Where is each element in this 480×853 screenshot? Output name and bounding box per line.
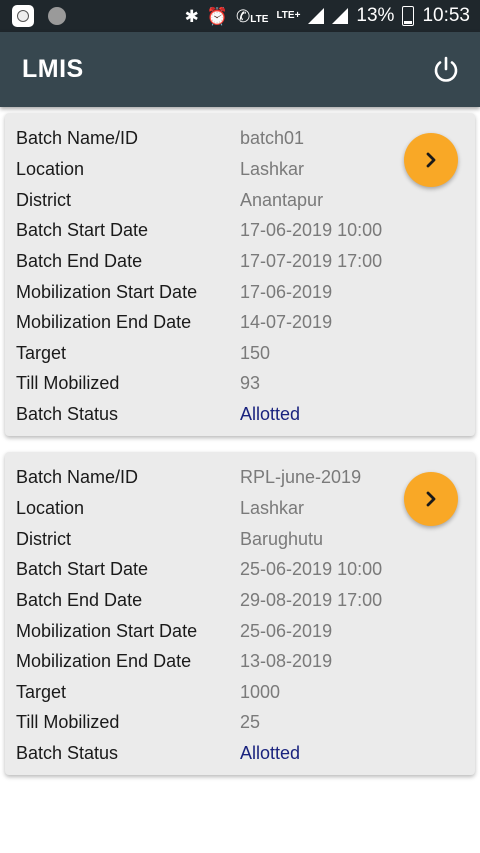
batch-start-row: Batch Start Date 17-06-2019 10:00 bbox=[16, 215, 382, 245]
till-mobilized-value: 25 bbox=[240, 711, 261, 732]
target-value: 150 bbox=[240, 342, 271, 363]
bluetooth-icon: ✱ bbox=[184, 6, 199, 26]
batch-name-label: Batch Name/ID bbox=[16, 127, 139, 148]
till-mobilized-label: Till Mobilized bbox=[16, 711, 120, 732]
app-bar: LMIS bbox=[0, 32, 480, 107]
location-value: Lashkar bbox=[240, 158, 305, 179]
signal-strength-icon bbox=[308, 8, 325, 24]
location-row: Location Lashkar bbox=[16, 493, 304, 523]
batch-end-row: Batch End Date 17-07-2019 17:00 bbox=[16, 246, 382, 276]
target-row: Target 150 bbox=[16, 338, 270, 368]
mobilization-end-value: 13-08-2019 bbox=[240, 650, 333, 671]
batch-end-label: Batch End Date bbox=[16, 250, 143, 271]
till-mobilized-row: Till Mobilized 25 bbox=[16, 707, 260, 737]
batch-start-label: Batch Start Date bbox=[16, 558, 149, 579]
mobilization-start-value: 25-06-2019 bbox=[240, 620, 333, 641]
mobilization-end-label: Mobilization End Date bbox=[16, 311, 192, 332]
chevron-right-icon bbox=[426, 152, 436, 168]
mobilization-start-row: Mobilization Start Date 25-06-2019 bbox=[16, 616, 332, 646]
power-icon bbox=[434, 56, 458, 82]
battery-icon bbox=[402, 6, 415, 26]
district-value: Anantapur bbox=[240, 189, 324, 210]
app-title: LMIS bbox=[22, 55, 84, 83]
batch-status-row: Batch Status Allotted bbox=[16, 738, 300, 768]
batch-end-value: 29-08-2019 17:00 bbox=[240, 589, 383, 610]
batch-card[interactable]: Batch Name/ID batch01 Location Lashkar D… bbox=[5, 113, 475, 436]
target-label: Target bbox=[16, 342, 67, 363]
clock: 10:53 bbox=[422, 5, 470, 26]
district-row: District Barughutu bbox=[16, 524, 323, 554]
district-value: Barughutu bbox=[240, 528, 324, 549]
till-mobilized-label: Till Mobilized bbox=[16, 372, 120, 393]
district-label: District bbox=[16, 528, 71, 549]
till-mobilized-value: 93 bbox=[240, 372, 261, 393]
open-batch-button[interactable] bbox=[404, 133, 458, 187]
batch-status-label: Batch Status bbox=[16, 742, 119, 763]
chevron-right-icon bbox=[426, 491, 436, 507]
mobilization-end-row: Mobilization End Date 13-08-2019 bbox=[16, 646, 332, 676]
batch-start-value: 17-06-2019 10:00 bbox=[240, 219, 383, 240]
mobilization-end-value: 14-07-2019 bbox=[240, 311, 333, 332]
location-row: Location Lashkar bbox=[16, 154, 304, 184]
batch-name-row: Batch Name/ID RPL-june-2019 bbox=[16, 462, 361, 492]
lte-plus-icon: LTE+ bbox=[276, 10, 301, 21]
status-bar: ✱ ⏰ ✆LTE LTE+ 13% 10:53 bbox=[0, 0, 480, 32]
batch-name-value: batch01 bbox=[240, 127, 305, 148]
location-value: Lashkar bbox=[240, 497, 305, 518]
district-row: District Anantapur bbox=[16, 185, 323, 215]
batch-name-value: RPL-june-2019 bbox=[240, 466, 362, 487]
volte-call-icon: ✆LTE bbox=[236, 6, 269, 26]
target-row: Target 1000 bbox=[16, 677, 280, 707]
mobilization-start-row: Mobilization Start Date 17-06-2019 bbox=[16, 277, 332, 307]
open-batch-button[interactable] bbox=[404, 472, 458, 526]
mobilization-start-label: Mobilization Start Date bbox=[16, 281, 198, 302]
location-label: Location bbox=[16, 158, 85, 179]
batch-start-value: 25-06-2019 10:00 bbox=[240, 558, 383, 579]
logout-button[interactable] bbox=[430, 54, 462, 86]
batch-end-value: 17-07-2019 17:00 bbox=[240, 250, 383, 271]
app-notification-icon bbox=[12, 5, 34, 27]
system-icons: ✱ ⏰ ✆LTE LTE+ 13% 10:53 bbox=[185, 0, 470, 32]
mobilization-start-label: Mobilization Start Date bbox=[16, 620, 198, 641]
lte-label: LTE bbox=[250, 13, 269, 25]
mobilization-end-row: Mobilization End Date 14-07-2019 bbox=[16, 307, 332, 337]
batch-status-label: Batch Status bbox=[16, 403, 119, 424]
notification-icons bbox=[12, 5, 66, 27]
batch-status-value: Allotted bbox=[240, 742, 301, 763]
batch-start-row: Batch Start Date 25-06-2019 10:00 bbox=[16, 554, 382, 584]
alarm-icon: ⏰ bbox=[206, 6, 229, 26]
district-label: District bbox=[16, 189, 71, 210]
batch-status-row: Batch Status Allotted bbox=[16, 399, 300, 429]
circle-notification-icon bbox=[48, 7, 66, 25]
location-label: Location bbox=[16, 497, 85, 518]
mobilization-end-label: Mobilization End Date bbox=[16, 650, 192, 671]
batch-start-label: Batch Start Date bbox=[16, 219, 149, 240]
batch-end-row: Batch End Date 29-08-2019 17:00 bbox=[16, 585, 382, 615]
batch-name-row: Batch Name/ID batch01 bbox=[16, 123, 304, 153]
batch-card[interactable]: Batch Name/ID RPL-june-2019 Location Las… bbox=[5, 452, 475, 775]
target-value: 1000 bbox=[240, 681, 281, 702]
till-mobilized-row: Till Mobilized 93 bbox=[16, 368, 260, 398]
batch-name-label: Batch Name/ID bbox=[16, 466, 139, 487]
signal-strength-2-icon bbox=[332, 8, 349, 24]
mobilization-start-value: 17-06-2019 bbox=[240, 281, 333, 302]
batch-status-value: Allotted bbox=[240, 403, 301, 424]
battery-percent: 13% bbox=[356, 5, 395, 26]
batch-end-label: Batch End Date bbox=[16, 589, 143, 610]
target-label: Target bbox=[16, 681, 67, 702]
